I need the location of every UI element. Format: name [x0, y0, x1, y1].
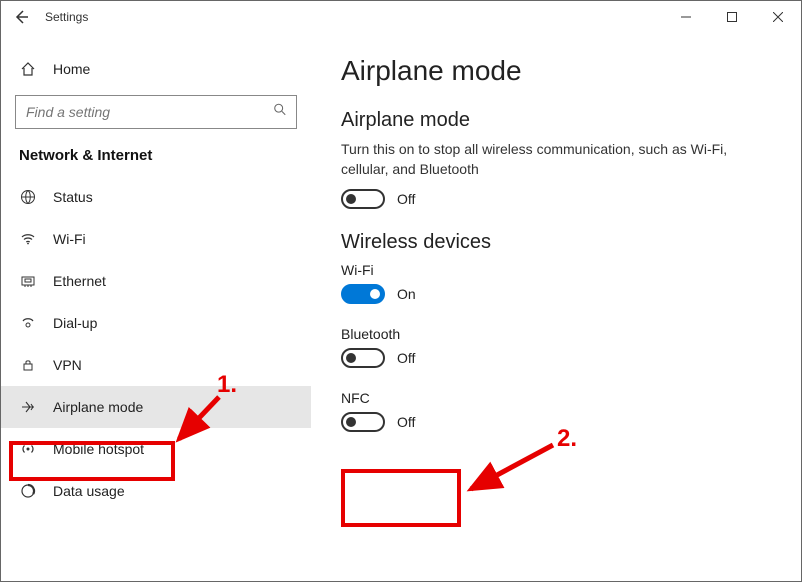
- nav-label: Mobile hotspot: [53, 441, 144, 457]
- search-wrapper: [15, 95, 297, 129]
- nav-label: Ethernet: [53, 273, 106, 289]
- close-icon: [773, 12, 783, 22]
- content-area: Airplane mode Airplane mode Turn this on…: [311, 33, 801, 581]
- nav-label: Wi-Fi: [53, 231, 86, 247]
- bluetooth-toggle-row: Off: [341, 348, 771, 368]
- nfc-toggle[interactable]: [341, 412, 385, 432]
- close-button[interactable]: [755, 1, 801, 33]
- search-icon: [273, 103, 287, 122]
- nav-item-ethernet[interactable]: Ethernet: [1, 260, 311, 302]
- nav-item-vpn[interactable]: VPN: [1, 344, 311, 386]
- nav-item-wifi[interactable]: Wi-Fi: [1, 218, 311, 260]
- minimize-button[interactable]: [663, 1, 709, 33]
- nav-label: Dial-up: [53, 315, 97, 331]
- ethernet-icon: [19, 273, 37, 289]
- bluetooth-toggle[interactable]: [341, 348, 385, 368]
- airplane-icon: [19, 399, 37, 415]
- wifi-label: Wi-Fi: [341, 262, 771, 278]
- home-label: Home: [53, 61, 90, 77]
- nav-item-airplane-mode[interactable]: Airplane mode: [1, 386, 311, 428]
- search-input[interactable]: [15, 95, 297, 129]
- section-wireless-title: Wireless devices: [341, 231, 771, 254]
- wifi-toggle[interactable]: [341, 284, 385, 304]
- nfc-toggle-row: Off: [341, 412, 771, 432]
- nav-item-data-usage[interactable]: Data usage: [1, 470, 311, 512]
- bluetooth-toggle-state: Off: [397, 350, 415, 366]
- nav-label: Data usage: [53, 483, 125, 499]
- nfc-label: NFC: [341, 390, 771, 406]
- nav-label: Status: [53, 189, 93, 205]
- category-title: Network & Internet: [1, 139, 311, 176]
- airplane-description: Turn this on to stop all wireless commun…: [341, 140, 741, 179]
- globe-icon: [19, 189, 37, 205]
- section-airplane-title: Airplane mode: [341, 109, 771, 132]
- arrow-left-icon: [13, 9, 29, 25]
- title-bar: Settings: [1, 1, 801, 33]
- dialup-icon: [19, 315, 37, 331]
- nav-item-mobile-hotspot[interactable]: Mobile hotspot: [1, 428, 311, 470]
- window-controls: [663, 1, 801, 33]
- page-title: Airplane mode: [341, 55, 771, 87]
- nav-item-dialup[interactable]: Dial-up: [1, 302, 311, 344]
- wifi-toggle-state: On: [397, 286, 416, 302]
- window-title: Settings: [41, 10, 88, 24]
- maximize-icon: [727, 12, 737, 22]
- nav-label: Airplane mode: [53, 399, 143, 415]
- hotspot-icon: [19, 441, 37, 457]
- sidebar: Home Network & Internet Status Wi-Fi Eth…: [1, 33, 311, 581]
- vpn-icon: [19, 357, 37, 373]
- wifi-icon: [19, 231, 37, 247]
- minimize-icon: [681, 12, 691, 22]
- maximize-button[interactable]: [709, 1, 755, 33]
- home-button[interactable]: Home: [1, 49, 311, 89]
- data-usage-icon: [19, 483, 37, 499]
- airplane-toggle-row: Off: [341, 189, 771, 209]
- home-icon: [19, 61, 37, 77]
- wifi-toggle-row: On: [341, 284, 771, 304]
- bluetooth-label: Bluetooth: [341, 326, 771, 342]
- nav-label: VPN: [53, 357, 82, 373]
- nfc-toggle-state: Off: [397, 414, 415, 430]
- airplane-toggle[interactable]: [341, 189, 385, 209]
- airplane-toggle-state: Off: [397, 191, 415, 207]
- back-button[interactable]: [1, 9, 41, 25]
- nav-item-status[interactable]: Status: [1, 176, 311, 218]
- nav-list: Status Wi-Fi Ethernet Dial-up VPN Airpla…: [1, 176, 311, 512]
